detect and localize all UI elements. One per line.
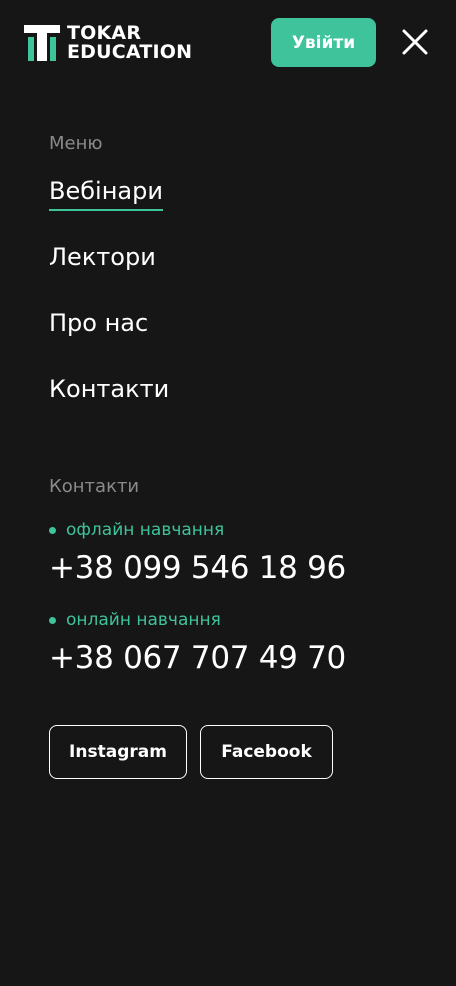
mobile-menu-page: TOKAR EDUCATION Увійти Меню Вебінари Лек… xyxy=(0,0,456,986)
logo-mark-icon xyxy=(24,25,60,61)
header: TOKAR EDUCATION Увійти xyxy=(0,0,456,86)
bullet-dot-icon xyxy=(49,616,56,624)
menu-item-about[interactable]: Про нас xyxy=(49,309,148,341)
facebook-button[interactable]: Facebook xyxy=(200,725,333,779)
contact-tag-label: онлайн навчання xyxy=(66,610,221,630)
phone-link-offline[interactable]: +38 099 546 18 96 xyxy=(49,550,346,586)
logo-line-2: EDUCATION xyxy=(67,41,193,63)
contact-tag-offline: офлайн навчання xyxy=(49,520,224,540)
menu-item-lecturers[interactable]: Лектори xyxy=(49,243,156,275)
close-icon[interactable] xyxy=(399,26,431,58)
instagram-button[interactable]: Instagram xyxy=(49,725,187,779)
bullet-dot-icon xyxy=(49,526,56,534)
menu-item-contacts[interactable]: Контакти xyxy=(49,375,169,407)
contact-tag-online: онлайн навчання xyxy=(49,610,221,630)
logo[interactable]: TOKAR EDUCATION xyxy=(24,24,192,62)
menu-heading: Меню xyxy=(49,133,103,154)
menu-item-webinars[interactable]: Вебінари xyxy=(49,177,163,211)
contacts-heading: Контакти xyxy=(49,476,140,497)
contact-tag-label: офлайн навчання xyxy=(66,520,225,540)
phone-link-online[interactable]: +38 067 707 49 70 xyxy=(49,640,346,676)
login-button[interactable]: Увійти xyxy=(271,18,376,67)
logo-text: TOKAR EDUCATION xyxy=(67,24,192,62)
